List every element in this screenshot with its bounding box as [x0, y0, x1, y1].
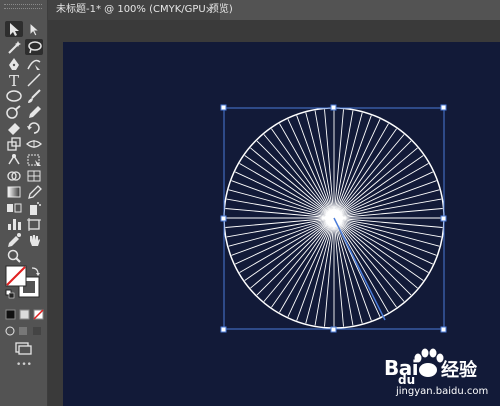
handle-middle-right[interactable] — [440, 215, 447, 222]
artwork-layer — [220, 104, 447, 377]
handle-bottom-middle[interactable] — [330, 326, 337, 333]
handle-top-middle[interactable] — [330, 104, 337, 111]
handle-middle-left[interactable] — [220, 215, 227, 222]
handle-bottom-right[interactable] — [440, 326, 447, 333]
handle-bottom-left[interactable] — [220, 326, 227, 333]
baidu-paw-icon — [414, 348, 444, 377]
watermark-url: jingyan.baidu.com — [396, 386, 489, 397]
handle-top-left[interactable] — [220, 104, 227, 111]
watermark-product: 经验 — [441, 360, 477, 381]
handle-top-right[interactable] — [440, 104, 447, 111]
watermark-brand-suffix: du — [398, 373, 416, 387]
